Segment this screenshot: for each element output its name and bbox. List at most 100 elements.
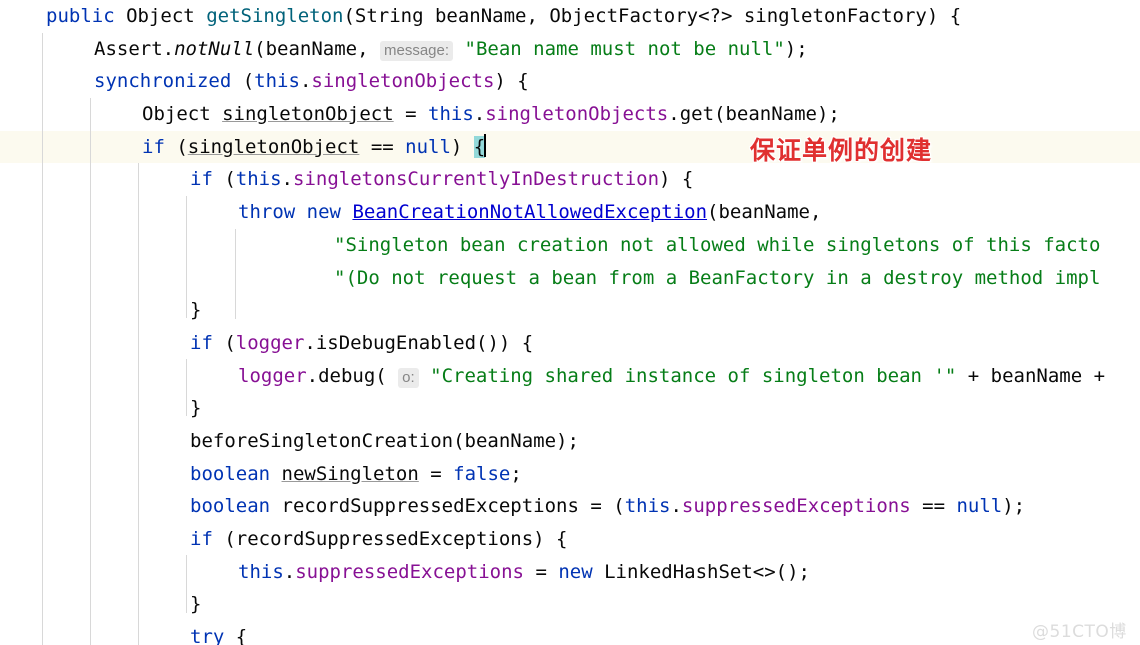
code-token: synchronized — [94, 70, 232, 93]
code-token: this — [624, 495, 671, 518]
code-token: public — [46, 5, 115, 27]
code-line[interactable]: Assert.notNull(beanName, message: "Bean … — [0, 33, 1140, 66]
code-token: "Creating shared instance of singleton b… — [430, 364, 957, 387]
code-line[interactable]: if (logger.isDebugEnabled()) { — [0, 327, 1140, 360]
code-token: suppressedExceptions — [681, 495, 911, 518]
code-token: singletonObjects — [485, 103, 669, 126]
code-token: . — [283, 560, 296, 583]
code-token: = — [418, 462, 454, 485]
code-line[interactable]: "(Do not request a bean from a BeanFacto… — [0, 262, 1140, 295]
code-token: ) { — [659, 168, 694, 191]
code-line[interactable]: public Object getSingleton(String beanNa… — [0, 0, 1140, 33]
code-line[interactable]: } — [0, 588, 1140, 621]
code-token: getSingleton — [206, 5, 344, 27]
code-token: (String beanName, ObjectFactory<?> singl… — [343, 5, 962, 27]
code-token: ( — [212, 168, 236, 191]
code-token: Object — [142, 103, 223, 126]
code-token: ) — [450, 135, 474, 158]
code-token: ); — [1002, 495, 1026, 518]
code-token: { — [224, 626, 248, 645]
code-token: null — [405, 135, 451, 158]
code-token: "(Do not request a bean from a BeanFacto… — [334, 266, 1101, 289]
code-token: boolean — [190, 462, 271, 485]
code-token: (beanName, — [254, 37, 380, 60]
code-token: logger — [235, 331, 305, 354]
code-content[interactable]: public Object getSingleton(String beanNa… — [0, 0, 1140, 645]
code-line[interactable]: throw new BeanCreationNotAllowedExceptio… — [0, 196, 1140, 229]
text-caret — [484, 133, 487, 157]
code-token: singletonObject — [222, 103, 394, 126]
code-line[interactable]: "Singleton bean creation not allowed whi… — [0, 229, 1140, 262]
code-token: singletonObject — [187, 135, 360, 158]
code-token: try — [190, 626, 225, 645]
code-token: beforeSingletonCreation(beanName); — [190, 429, 579, 452]
code-token: Object — [126, 5, 195, 27]
parameter-hint: message: — [380, 40, 454, 61]
code-token: newSingleton — [281, 462, 419, 485]
code-line[interactable]: boolean newSingleton = false; — [0, 458, 1140, 491]
code-token: == — [910, 495, 957, 518]
code-token: new — [306, 201, 341, 224]
code-token: ); — [784, 37, 808, 60]
code-token: LinkedHashSet<>(); — [592, 560, 810, 583]
code-token: notNull — [174, 37, 255, 60]
code-token: . — [299, 70, 312, 93]
code-token: .isDebugEnabled()) { — [304, 331, 534, 354]
code-token: if — [190, 168, 213, 191]
code-line[interactable]: boolean recordSuppressedExceptions = (th… — [0, 490, 1140, 523]
code-token: = — [524, 560, 559, 583]
code-token: } — [190, 299, 202, 322]
watermark: @51CTO博客 — [1032, 622, 1127, 642]
code-token: if — [190, 331, 213, 354]
code-line[interactable]: logger.debug( o: "Creating shared instan… — [0, 360, 1140, 393]
code-token: . — [670, 495, 682, 518]
code-line[interactable]: if (singletonObject == null) { — [0, 131, 1140, 164]
code-line[interactable]: } — [0, 294, 1140, 327]
code-token: } — [190, 397, 202, 420]
code-token: suppressedExceptions — [295, 560, 524, 583]
code-token: logger — [238, 364, 307, 387]
code-token: throw — [238, 201, 296, 224]
code-token[interactable]: BeanCreationNotAllowedException — [352, 201, 707, 223]
code-token: this — [428, 103, 474, 126]
code-line[interactable]: this.suppressedExceptions = new LinkedHa… — [0, 556, 1140, 589]
code-line[interactable]: try { — [0, 621, 1140, 645]
parameter-hint: o: — [398, 367, 419, 388]
code-line[interactable]: } — [0, 392, 1140, 425]
code-token: .debug( — [306, 364, 399, 387]
code-token: this — [238, 560, 284, 583]
code-token: "Singleton bean creation not allowed whi… — [334, 233, 1101, 256]
code-token: == — [359, 135, 406, 158]
code-token: recordSuppressedExceptions = ( — [270, 495, 625, 518]
code-line[interactable]: beforeSingletonCreation(beanName); — [0, 425, 1140, 458]
code-token: ; — [510, 462, 522, 485]
code-line[interactable]: Object singletonObject = this.singletonO… — [0, 98, 1140, 131]
code-token: if — [190, 528, 213, 550]
code-token: .get(beanName); — [668, 103, 840, 126]
code-line[interactable]: if (recordSuppressedExceptions) { — [0, 523, 1140, 556]
code-token: false — [453, 462, 511, 485]
code-token: + beanName + — [956, 364, 1117, 387]
code-token: (recordSuppressedExceptions) { — [212, 528, 568, 550]
code-token: singletonObjects — [311, 70, 495, 93]
code-line[interactable]: synchronized (this.singletonObjects) { — [0, 65, 1140, 98]
code-token: boolean — [190, 495, 271, 518]
code-token: . — [473, 103, 486, 126]
code-token: ( — [212, 331, 236, 354]
code-token: new — [558, 560, 593, 583]
code-editor[interactable]: public Object getSingleton(String beanNa… — [0, 0, 1140, 645]
code-token: } — [190, 593, 202, 616]
code-line[interactable]: if (this.singletonsCurrentlyInDestructio… — [0, 163, 1140, 196]
code-token: Assert. — [94, 37, 175, 60]
code-token: null — [956, 495, 1003, 518]
code-token: (beanName, — [707, 201, 822, 224]
code-token: singletonsCurrentlyInDestruction — [293, 168, 660, 191]
code-token: this — [254, 70, 300, 93]
